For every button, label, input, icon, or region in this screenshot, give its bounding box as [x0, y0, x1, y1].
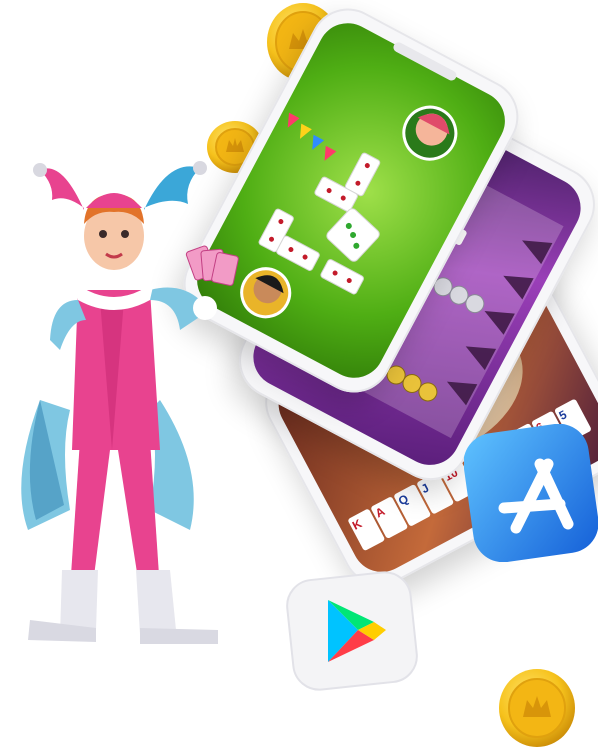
jester-character: [21, 161, 239, 644]
app-store-badge[interactable]: [464, 424, 598, 562]
gold-coin-icon: [499, 669, 575, 747]
google-play-badge[interactable]: [284, 570, 420, 692]
